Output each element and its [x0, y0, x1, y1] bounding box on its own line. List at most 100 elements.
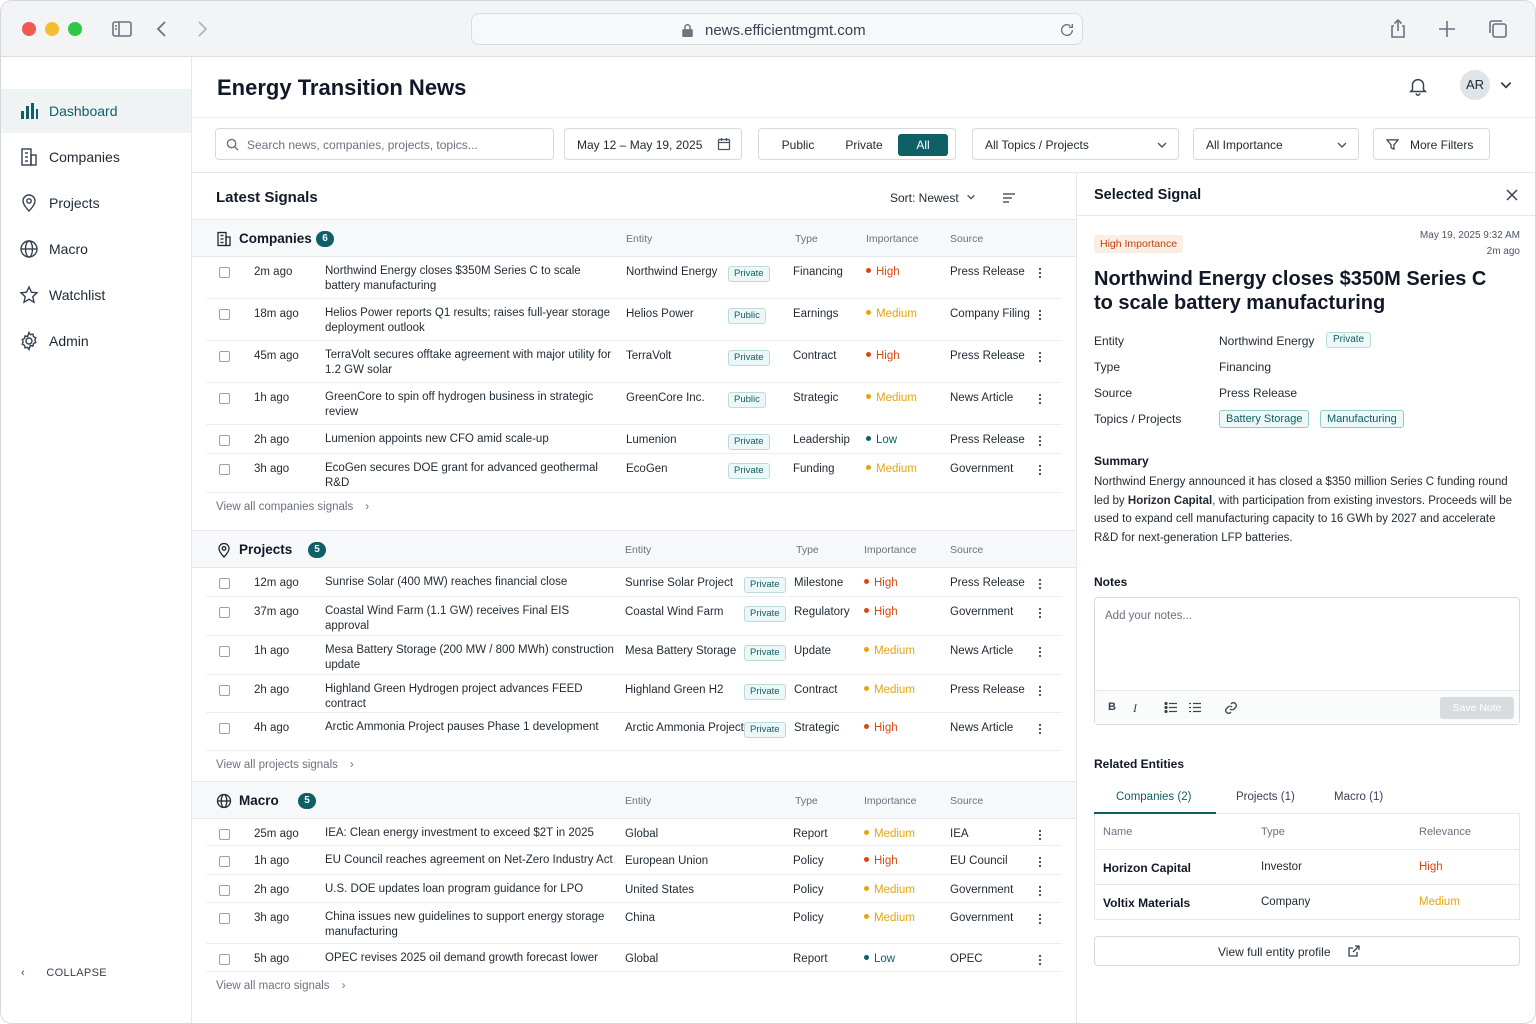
signal-headline[interactable]: Arctic Ammonia Project pauses Phase 1 de… [325, 720, 615, 735]
more-vertical-icon[interactable] [1035, 393, 1045, 405]
view-all-link[interactable]: View all projects signals › [216, 759, 354, 771]
row-checkbox[interactable] [219, 464, 230, 475]
segment-private[interactable]: Private [831, 134, 897, 156]
more-vertical-icon[interactable] [1035, 351, 1045, 363]
signal-entity[interactable]: GreenCore Inc. [626, 392, 705, 404]
tab-overview-icon[interactable] [1486, 17, 1510, 41]
signal-entity[interactable]: Global [625, 953, 658, 965]
close-icon[interactable] [1505, 188, 1519, 202]
bullet-list-icon[interactable] [1164, 701, 1178, 714]
new-tab-icon[interactable] [1435, 17, 1459, 41]
view-all-link[interactable]: View all companies signals › [216, 501, 369, 513]
table-row[interactable]: 2m ago Northwind Energy closes $350M Ser… [206, 257, 1062, 299]
signal-entity[interactable]: United States [625, 884, 694, 896]
minimize-window-button[interactable] [45, 22, 59, 36]
more-vertical-icon[interactable] [1035, 267, 1045, 279]
more-vertical-icon[interactable] [1035, 309, 1045, 321]
more-filters-button[interactable]: More Filters [1373, 128, 1490, 160]
sidebar-item-macro[interactable]: Macro [1, 227, 191, 271]
topics-select[interactable]: All Topics / Projects [972, 128, 1179, 160]
segment-all[interactable]: All [898, 134, 948, 156]
table-row[interactable]: Voltix Materials Company Medium [1095, 884, 1519, 919]
avatar[interactable]: AR [1460, 70, 1490, 100]
table-row[interactable]: 3h ago EcoGen secures DOE grant for adva… [206, 454, 1062, 493]
date-range-picker[interactable]: May 12 – May 19, 2025 [564, 128, 742, 160]
table-row[interactable]: 12m ago Sunrise Solar (400 MW) reaches f… [206, 568, 1062, 597]
notes-editor[interactable]: Add your notes... B I Save Note [1094, 597, 1520, 725]
view-all-link[interactable]: View all macro signals › [216, 980, 345, 992]
signal-headline[interactable]: Mesa Battery Storage (200 MW / 800 MWh) … [325, 643, 615, 673]
sidebar-item-dashboard[interactable]: Dashboard [1, 89, 191, 133]
row-checkbox[interactable] [219, 723, 230, 734]
table-row[interactable]: 1h ago Mesa Battery Storage (200 MW / 80… [206, 636, 1062, 675]
row-checkbox[interactable] [219, 885, 230, 896]
signal-entity[interactable]: Helios Power [626, 308, 694, 320]
sidebar-item-admin[interactable]: Admin [1, 319, 191, 363]
signal-headline[interactable]: Helios Power reports Q1 results; raises … [325, 306, 615, 336]
signal-headline[interactable]: Lumenion appoints new CFO amid scale-up [325, 432, 615, 447]
entity-value[interactable]: Northwind Energy [1219, 334, 1314, 348]
table-row[interactable]: 2h ago U.S. DOE updates loan program gui… [206, 875, 1062, 903]
signal-entity[interactable]: Northwind Energy [626, 266, 717, 278]
table-row[interactable]: 3h ago China issues new guidelines to su… [206, 903, 1062, 944]
row-checkbox[interactable] [219, 309, 230, 320]
table-row[interactable]: 18m ago Helios Power reports Q1 results;… [206, 299, 1062, 341]
signal-headline[interactable]: China issues new guidelines to support e… [325, 910, 615, 940]
signal-entity[interactable]: Highland Green H2 [625, 684, 723, 696]
more-vertical-icon[interactable] [1035, 885, 1045, 897]
table-row[interactable]: Horizon Capital Investor High [1095, 849, 1519, 884]
more-vertical-icon[interactable] [1035, 435, 1045, 447]
signal-entity[interactable]: China [625, 912, 655, 924]
back-icon[interactable] [150, 17, 174, 41]
segment-public[interactable]: Public [767, 134, 829, 156]
signal-headline[interactable]: IEA: Clean energy investment to exceed $… [325, 826, 615, 841]
importance-select[interactable]: All Importance [1193, 128, 1359, 160]
signal-headline[interactable]: GreenCore to spin off hydrogen business … [325, 390, 615, 420]
address-bar[interactable]: news.efficientmgmt.com [471, 13, 1083, 45]
table-row[interactable]: 4h ago Arctic Ammonia Project pauses Pha… [206, 713, 1062, 751]
row-checkbox[interactable] [219, 856, 230, 867]
signal-entity[interactable]: Lumenion [626, 434, 677, 446]
more-vertical-icon[interactable] [1035, 464, 1045, 476]
signal-entity[interactable]: Global [625, 828, 658, 840]
close-window-button[interactable] [22, 22, 36, 36]
tab-related-projects[interactable]: Projects (1) [1236, 791, 1295, 803]
tab-related-companies[interactable]: Companies (2) [1116, 791, 1191, 803]
signal-headline[interactable]: Highland Green Hydrogen project advances… [325, 682, 615, 712]
signal-entity[interactable]: EcoGen [626, 463, 668, 475]
signal-headline[interactable]: TerraVolt secures offtake agreement with… [325, 348, 615, 378]
signal-headline[interactable]: Coastal Wind Farm (1.1 GW) receives Fina… [325, 604, 615, 634]
reload-icon[interactable] [1059, 22, 1075, 38]
italic-icon[interactable]: I [1133, 701, 1137, 716]
tab-related-macro[interactable]: Macro (1) [1334, 791, 1383, 803]
row-checkbox[interactable] [219, 435, 230, 446]
row-checkbox[interactable] [219, 267, 230, 278]
sidebar-item-watchlist[interactable]: Watchlist [1, 273, 191, 317]
signal-entity[interactable]: Arctic Ammonia Project [625, 722, 744, 734]
signal-entity[interactable]: TerraVolt [626, 350, 671, 362]
sort-select[interactable]: Sort: Newest [890, 191, 976, 205]
view-entity-profile-button[interactable]: View full entity profile [1094, 936, 1520, 966]
signal-entity[interactable]: Coastal Wind Farm [625, 606, 723, 618]
bold-icon[interactable]: B [1108, 701, 1116, 713]
table-row[interactable]: 1h ago GreenCore to spin off hydrogen bu… [206, 383, 1062, 425]
more-vertical-icon[interactable] [1035, 829, 1045, 841]
list-view-icon[interactable] [1002, 191, 1016, 205]
sidebar-toggle-icon[interactable] [110, 17, 134, 41]
numbered-list-icon[interactable] [1188, 701, 1202, 714]
signal-entity[interactable]: European Union [625, 855, 708, 867]
table-row[interactable]: 2h ago Lumenion appoints new CFO amid sc… [206, 425, 1062, 454]
more-vertical-icon[interactable] [1035, 685, 1045, 697]
row-checkbox[interactable] [219, 351, 230, 362]
row-checkbox[interactable] [219, 685, 230, 696]
row-checkbox[interactable] [219, 646, 230, 657]
signal-headline[interactable]: U.S. DOE updates loan program guidance f… [325, 882, 615, 897]
row-checkbox[interactable] [219, 913, 230, 924]
share-icon[interactable] [1386, 17, 1410, 41]
table-row[interactable]: 5h ago OPEC revises 2025 oil demand grow… [206, 944, 1062, 972]
collapse-sidebar-button[interactable]: ‹ COLLAPSE [21, 967, 107, 979]
more-vertical-icon[interactable] [1035, 856, 1045, 868]
signal-headline[interactable]: OPEC revises 2025 oil demand growth fore… [325, 951, 615, 966]
signal-headline[interactable]: EU Council reaches agreement on Net-Zero… [325, 853, 615, 868]
signal-headline[interactable]: EcoGen secures DOE grant for advanced ge… [325, 461, 615, 491]
